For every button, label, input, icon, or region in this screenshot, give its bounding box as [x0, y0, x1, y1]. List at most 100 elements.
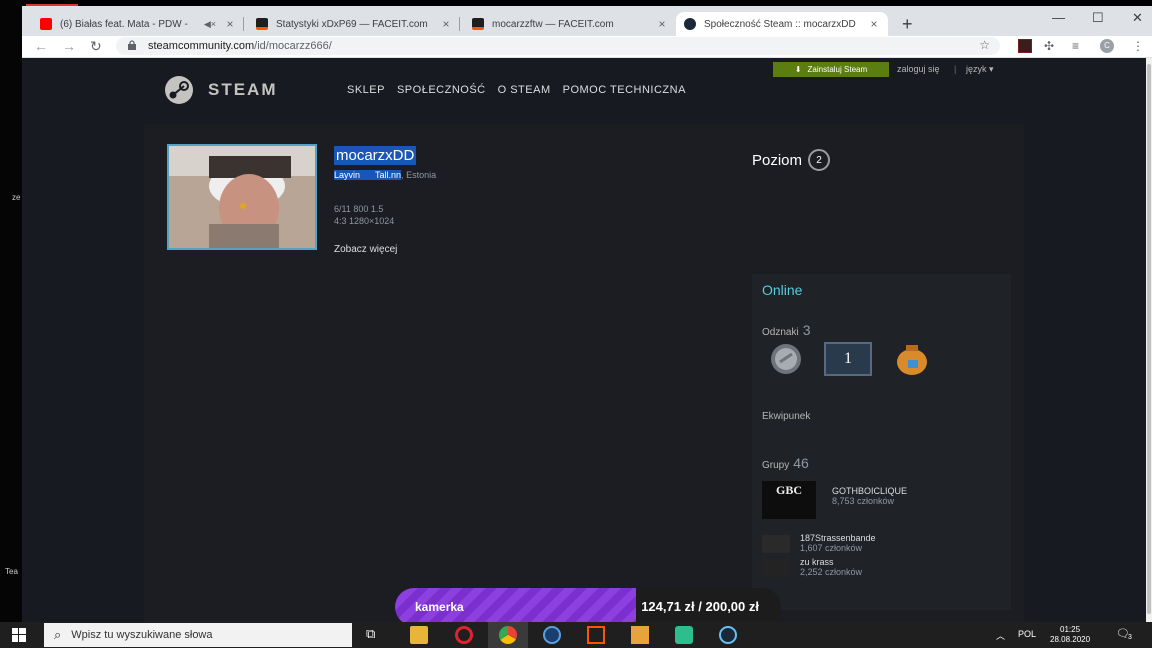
speaker-muted-icon[interactable]: ◀× [204, 19, 216, 30]
tab-bar: (6) Białas feat. Mata - PDW - ◀× × Staty… [22, 6, 1152, 36]
close-icon[interactable]: × [868, 17, 880, 31]
badge-bag-icon[interactable] [888, 342, 936, 376]
groups-count: 46 [793, 455, 809, 471]
url-path: /id/mocarzz666/ [254, 40, 332, 52]
group-item[interactable]: 187Strassenbande 1,607 członków [762, 533, 876, 553]
tab-title: mocarzzftw — FACEIT.com [492, 18, 614, 30]
level-badge: 2 [808, 149, 831, 171]
badges-section-label[interactable]: Odznaki 3 [762, 322, 810, 338]
steam-logo[interactable]: STEAM [160, 75, 278, 105]
steam-page: STEAM SKLEP SPOŁECZNOŚĆ O STEAM POMOC TE… [22, 58, 1146, 622]
steam-wordmark: STEAM [208, 80, 278, 99]
group-logo-gbc: GBC [762, 481, 816, 519]
tab-title: (6) Białas feat. Mata - PDW - [60, 18, 188, 30]
nav-about[interactable]: O STEAM [498, 84, 551, 96]
years-of-service-badge[interactable]: 1 [824, 342, 872, 376]
screen: ze Tea (6) Białas feat. Mata - PDW - ◀× … [0, 0, 1152, 648]
profile-level: Poziom 2 [752, 149, 831, 171]
page-scrollbar[interactable] [1146, 58, 1152, 622]
chat-app-icon[interactable] [675, 626, 693, 644]
close-icon[interactable]: × [656, 17, 668, 31]
donation-goal-bar: kamerka 124,71 zł / 200,00 zł [395, 588, 781, 626]
close-icon[interactable]: × [440, 17, 452, 31]
back-button[interactable]: ← [34, 38, 48, 54]
groups-label: Grupy [762, 460, 790, 471]
close-icon[interactable]: × [224, 17, 236, 31]
group-members: 8,753 członków [832, 496, 895, 506]
persona-name: mocarzxDD [334, 146, 417, 165]
forward-button[interactable]: → [62, 38, 76, 54]
chrome-icon[interactable] [499, 626, 517, 644]
counter-strike-icon[interactable] [631, 626, 649, 644]
login-link[interactable]: zaloguj się [897, 64, 940, 74]
group-name: 187Strassenbande [800, 533, 876, 543]
puzzle-icon[interactable]: ✣ [1044, 39, 1058, 53]
media-control-icon[interactable]: ≡ [1072, 39, 1086, 53]
profile-avatar[interactable]: C [1100, 39, 1114, 53]
view-more-link[interactable]: Zobacz więcej [334, 244, 397, 255]
new-tab-button[interactable]: + [902, 14, 913, 35]
extension-icon[interactable] [1018, 39, 1032, 53]
group-members: 1,607 członków [800, 543, 863, 553]
nav-community[interactable]: SPOŁECZNOŚĆ [397, 84, 486, 96]
reload-button[interactable]: ↻ [90, 38, 102, 55]
tab-faceit-stats[interactable]: Statystyki xDxP69 — FACEIT.com × [248, 12, 460, 36]
avatar-photo [169, 146, 315, 248]
profile-subline: Layvin Tall.nn, Estonia [334, 170, 437, 180]
caret-down-icon: ▾ [989, 64, 994, 74]
group-members: 2,252 członków [800, 567, 863, 577]
main-nav: SKLEP SPOŁECZNOŚĆ O STEAM POMOC TECHNICZ… [347, 84, 686, 96]
overlay-text: Tea [5, 567, 18, 576]
address-bar[interactable]: steamcommunity.com/id/mocarzz666/ ☆ [116, 37, 1000, 55]
taskbar-search[interactable]: ⌕ Wpisz tu wyszukiwane słowa [44, 623, 352, 647]
language-dropdown[interactable]: język ▾ [966, 64, 994, 75]
donation-amount: 124,71 zł / 200,00 zł [641, 599, 759, 614]
search-icon: ⌕ [54, 627, 62, 642]
show-hidden-icons[interactable]: ︿ [996, 629, 1005, 642]
install-steam-button[interactable]: ⬇ Zainstaluj Steam [773, 62, 889, 77]
level-label: Poziom [752, 151, 803, 169]
close-window-button[interactable]: ✕ [1132, 10, 1143, 26]
menu-icon[interactable]: ⋮ [1132, 39, 1146, 53]
location-city: Tall.nn [375, 170, 402, 180]
groups-section-label[interactable]: Grupy 46 [762, 455, 809, 471]
separator: | [954, 64, 957, 74]
tab-faceit-profile[interactable]: mocarzzftw — FACEIT.com × [464, 12, 676, 36]
tab-title: Społeczność Steam :: mocarzxDD [704, 18, 856, 30]
badge-coin-icon[interactable] [762, 342, 810, 376]
task-view-icon[interactable]: ⧉ [366, 626, 384, 644]
faceit-app-icon[interactable] [587, 626, 605, 644]
faceit-icon [256, 18, 268, 30]
opera-icon[interactable] [455, 626, 473, 644]
tab-youtube[interactable]: (6) Białas feat. Mata - PDW - ◀× × [32, 12, 244, 36]
taskbar-clock[interactable]: 01:25 28.08.2020 [1050, 625, 1090, 645]
youtube-icon [40, 18, 52, 30]
bookmark-star-icon[interactable]: ☆ [979, 38, 990, 52]
file-explorer-icon[interactable] [410, 626, 428, 644]
steam-app-icon[interactable] [719, 626, 737, 644]
minimize-button[interactable]: — [1052, 10, 1065, 25]
scrollbar-thumb[interactable] [1147, 64, 1151, 614]
url-host: steamcommunity.com [148, 40, 255, 52]
group-name: GOTHBOICLIQUE [832, 486, 908, 496]
nav-support[interactable]: POMOC TECHNICZNA [563, 84, 686, 96]
nav-store[interactable]: SKLEP [347, 84, 385, 96]
group-logo [762, 559, 790, 577]
group-logo [762, 535, 790, 553]
input-language[interactable]: POL [1018, 629, 1036, 639]
clock-time: 01:25 [1060, 625, 1081, 634]
profile-avatar-image [167, 144, 317, 250]
steam-header: STEAM SKLEP SPOŁECZNOŚĆ O STEAM POMOC TE… [22, 58, 1146, 124]
inventory-link[interactable]: Ekwipunek [762, 411, 810, 422]
windows-taskbar: ⌕ Wpisz tu wyszukiwane słowa ⧉ ︿ POL 01:… [0, 622, 1152, 648]
profile-right-column: Online Odznaki 3 1 Ekwipunek Grupy 46 GB… [752, 274, 1011, 610]
badges-count: 3 [802, 322, 811, 338]
tab-steam[interactable]: Społeczność Steam :: mocarzxDD × [676, 12, 888, 36]
battlenet-icon[interactable] [543, 626, 561, 644]
group-item[interactable]: zu krass 2,252 członków [762, 557, 862, 577]
windows-start-icon[interactable] [12, 628, 26, 642]
lock-icon [128, 40, 136, 50]
donation-label: kamerka [415, 600, 464, 614]
maximize-button[interactable]: ☐ [1092, 10, 1104, 26]
group-item[interactable]: GBC GOTHBOICLIQUE 8,753 członków [762, 481, 907, 519]
